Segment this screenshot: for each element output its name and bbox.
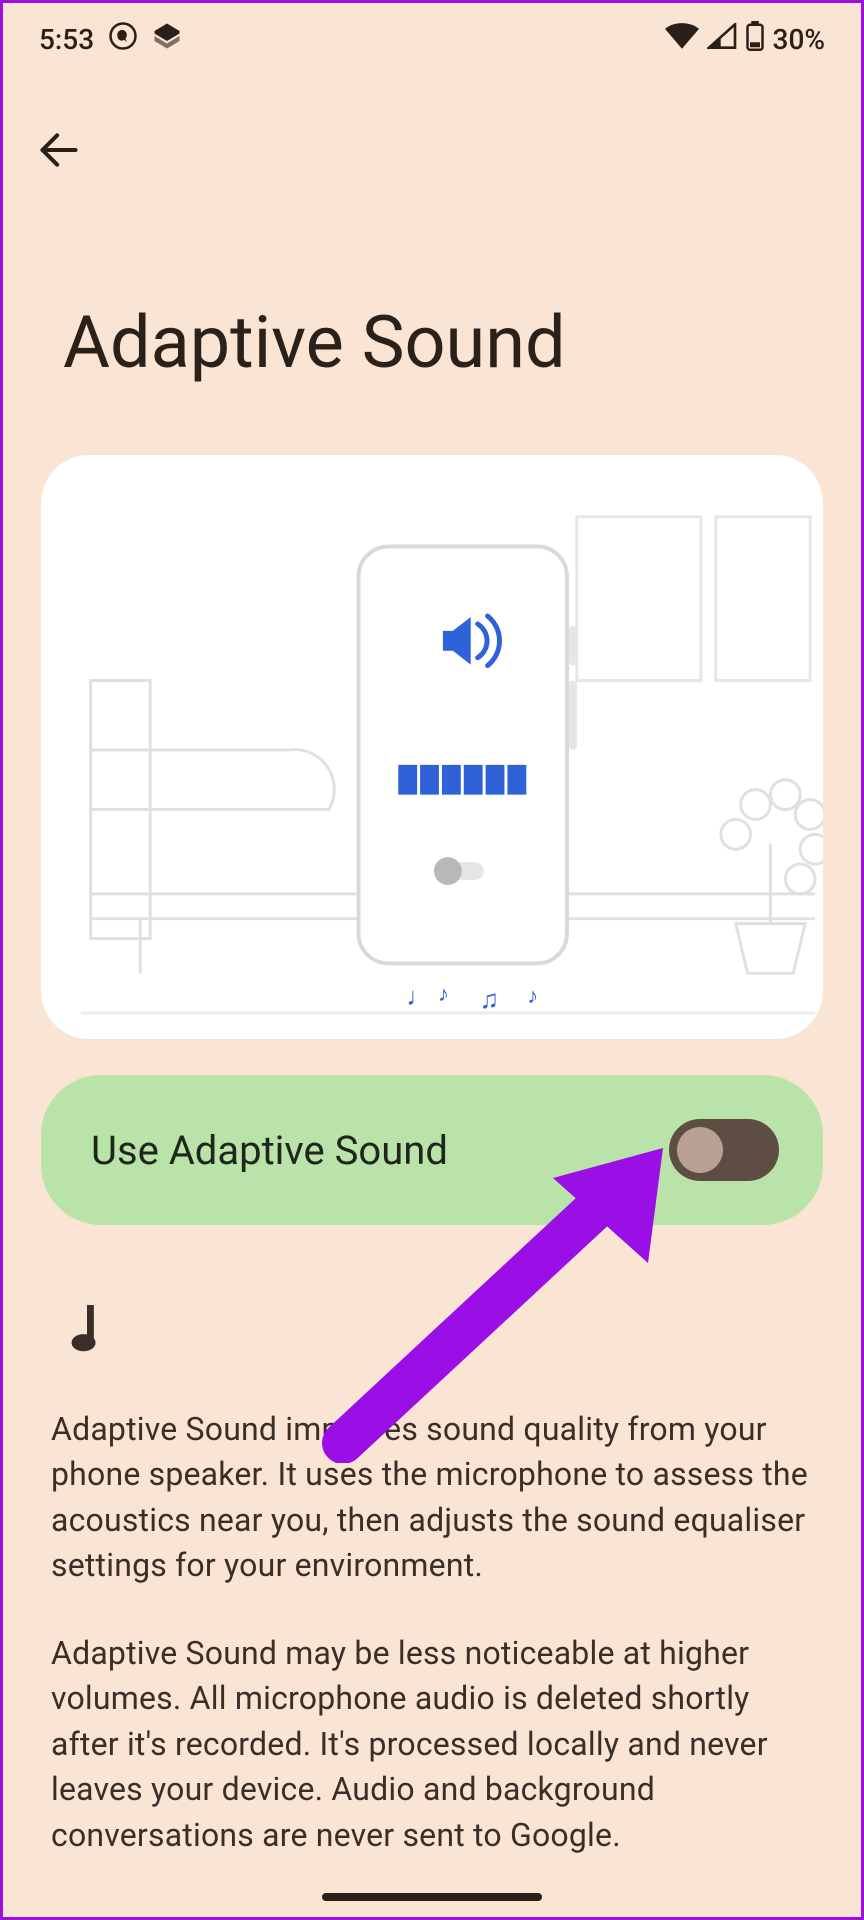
page-title: Adaptive Sound [3, 180, 861, 425]
use-adaptive-sound-row[interactable]: Use Adaptive Sound [41, 1075, 823, 1225]
wifi-icon [665, 23, 699, 56]
package-icon [152, 23, 182, 56]
illustration-card: ♩ ♪ ♫ ♪ [41, 455, 823, 1039]
status-bar: 5:53 [3, 3, 861, 58]
music-note-icon [69, 1305, 813, 1357]
use-adaptive-sound-toggle[interactable] [669, 1119, 779, 1181]
svg-text:♪: ♪ [438, 982, 449, 1007]
gesture-nav-handle[interactable] [322, 1893, 542, 1901]
svg-text:♩: ♩ [406, 982, 432, 1012]
description-paragraph-2: Adaptive Sound may be less noticeable at… [51, 1631, 813, 1858]
cellular-icon [707, 23, 737, 56]
back-button[interactable] [29, 120, 89, 180]
use-adaptive-sound-label: Use Adaptive Sound [91, 1127, 448, 1174]
arrow-left-icon [37, 128, 81, 172]
battery-percent: 30% [773, 23, 825, 56]
whatsapp-icon [108, 21, 138, 58]
description-paragraph-1: Adaptive Sound improves sound quality fr… [51, 1407, 813, 1589]
toggle-thumb [677, 1127, 723, 1173]
status-time: 5:53 [39, 23, 94, 56]
svg-text:♪: ♪ [527, 984, 538, 1009]
battery-icon [745, 21, 765, 58]
svg-text:♫: ♫ [480, 985, 499, 1015]
